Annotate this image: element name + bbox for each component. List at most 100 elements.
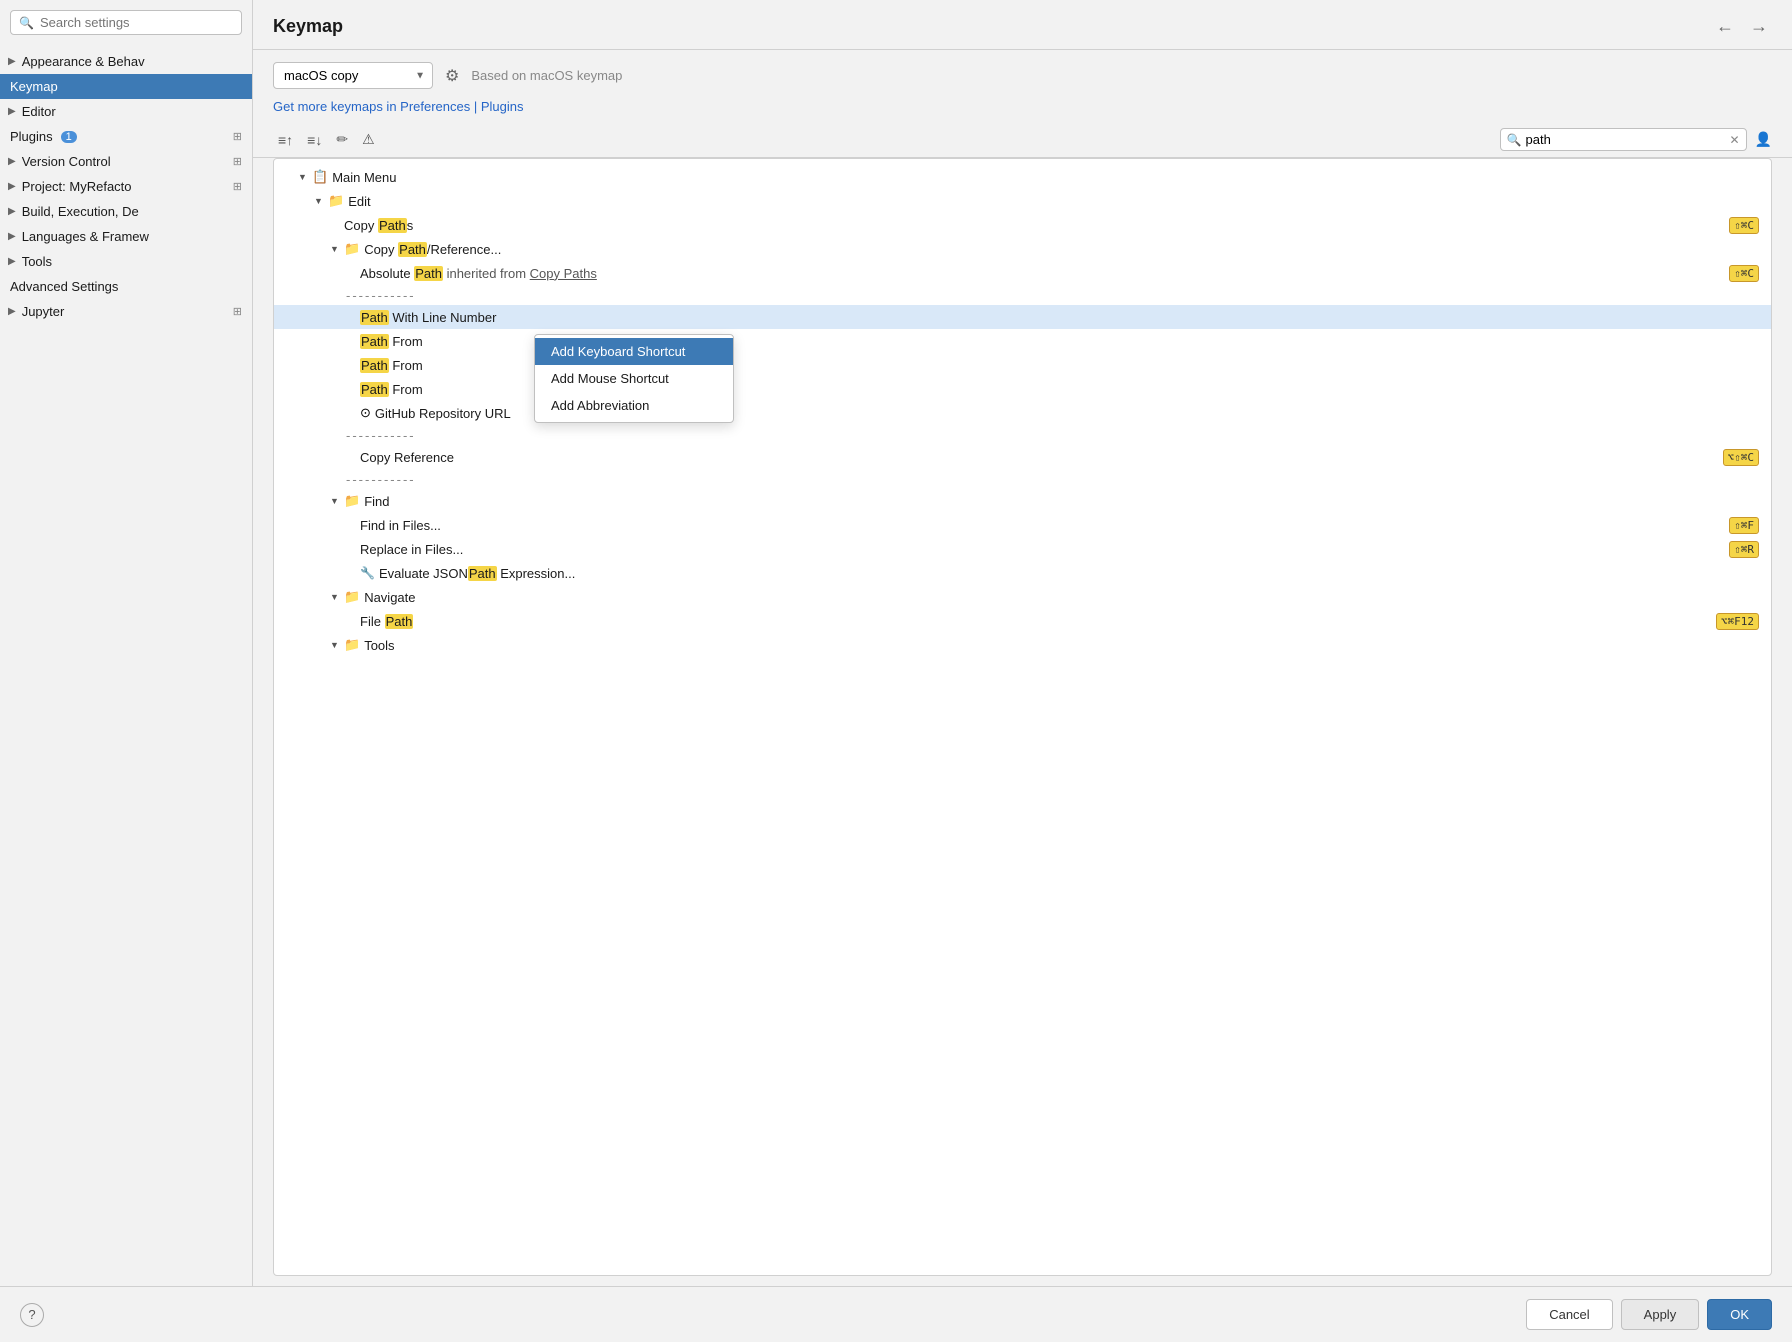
tree-row-navigate[interactable]: ▼ 📁 Navigate — [274, 585, 1771, 609]
collapse-all-button[interactable]: ≡↓ — [302, 129, 327, 151]
chevron-down-icon: ▼ — [330, 592, 340, 602]
tree-row-file-path[interactable]: File Path ⌥⌘F12 — [274, 609, 1771, 633]
context-menu: Add Keyboard Shortcut Add Mouse Shortcut… — [534, 334, 734, 423]
get-more-row: Get more keymaps in Preferences | Plugin… — [273, 99, 1772, 114]
external-icon: ⊞ — [233, 130, 242, 143]
sidebar-item-plugins[interactable]: Plugins 1 ⊞ — [0, 124, 252, 149]
tree-item-label: Path With Line Number — [360, 310, 496, 325]
external-icon: ⊞ — [233, 155, 242, 168]
tree-container[interactable]: ▼ 📋 Main Menu ▼ 📁 Edit Copy Paths ⇧⌘C — [273, 158, 1772, 1276]
highlight-path: Path — [414, 266, 443, 281]
sidebar-item-label: Editor — [22, 104, 56, 119]
plugins-badge: 1 — [61, 131, 77, 143]
folder-icon: 📋 — [312, 169, 328, 185]
tree-row-tools[interactable]: ▼ 📁 Tools — [274, 633, 1771, 657]
main-header: Keymap ← → — [253, 0, 1792, 50]
tree-row-path-from-1[interactable]: Path From — [274, 329, 1771, 353]
keymap-settings-button[interactable]: ⚙ — [443, 64, 461, 88]
keymap-dropdown[interactable]: macOS copy — [273, 62, 433, 89]
tree-row-edit[interactable]: ▼ 📁 Edit — [274, 189, 1771, 213]
chevron-down-icon: ▼ — [330, 244, 340, 254]
back-button[interactable]: ← — [1712, 14, 1738, 39]
sidebar-item-keymap[interactable]: Keymap — [0, 74, 252, 99]
tree-row-find-in-files[interactable]: Find in Files... ⇧⌘F — [274, 513, 1771, 537]
apply-button[interactable]: Apply — [1621, 1299, 1700, 1330]
shortcut-badge: ⌥⌘F12 — [1716, 613, 1759, 630]
context-menu-item-add-keyboard[interactable]: Add Keyboard Shortcut — [535, 338, 733, 365]
sidebar-item-appearance[interactable]: ▶ Appearance & Behav — [0, 49, 252, 74]
sidebar-item-project[interactable]: ▶ Project: MyRefacto ⊞ — [0, 174, 252, 199]
chevron-down-icon: ▼ — [298, 172, 308, 182]
tree-row-copy-paths[interactable]: Copy Paths ⇧⌘C — [274, 213, 1771, 237]
sidebar-item-label: Build, Execution, De — [22, 204, 139, 219]
tree-row-eval-jsonpath[interactable]: 🔧 Evaluate JSONPath Expression... — [274, 561, 1771, 585]
sidebar-search-box[interactable]: 🔍 — [10, 10, 242, 35]
tree-item-label: Absolute Path inherited from Copy Paths — [360, 266, 597, 281]
sidebar-item-label: Keymap — [10, 79, 58, 94]
tree-row-path-from-2[interactable]: Path From — [274, 353, 1771, 377]
keymap-search-input[interactable] — [1526, 132, 1726, 147]
sidebar-item-languages[interactable]: ▶ Languages & Framew — [0, 224, 252, 249]
sidebar-item-editor[interactable]: ▶ Editor — [0, 99, 252, 124]
tree-row-find[interactable]: ▼ 📁 Find — [274, 489, 1771, 513]
folder-icon: 📁 — [344, 637, 360, 653]
cancel-button[interactable]: Cancel — [1526, 1299, 1612, 1330]
main-panel: Keymap ← → macOS copy ▼ ⚙ Based on macOS… — [253, 0, 1792, 1286]
tree-item-label: Main Menu — [332, 170, 396, 185]
tree-row-absolute-path[interactable]: Absolute Path inherited from Copy Paths … — [274, 261, 1771, 285]
tree-separator: ----------- — [274, 469, 1771, 489]
sidebar-item-tools[interactable]: ▶ Tools — [0, 249, 252, 274]
search-person-button[interactable]: 👤 — [1755, 131, 1772, 148]
tree-row-github-url[interactable]: ⊙ GitHub Repository URL — [274, 401, 1771, 425]
shortcut-key: ⇧⌘C — [1729, 217, 1759, 234]
shortcut-key: ⇧⌘R — [1729, 541, 1759, 558]
tree-item-label: Find — [364, 494, 389, 509]
edit-button[interactable]: ✏ — [331, 128, 353, 151]
chevron-right-icon: ▶ — [8, 256, 16, 267]
sidebar-item-advanced[interactable]: Advanced Settings — [0, 274, 252, 299]
tree-row-copy-reference[interactable]: Copy Reference ⌥⇧⌘C — [274, 445, 1771, 469]
highlight-path: Path — [385, 614, 414, 629]
search-clear-button[interactable]: ✕ — [1730, 133, 1740, 147]
forward-button[interactable]: → — [1746, 14, 1772, 39]
sidebar: 🔍 ▶ Appearance & Behav Keymap ▶ Editor P… — [0, 0, 253, 1286]
sidebar-item-version-control[interactable]: ▶ Version Control ⊞ — [0, 149, 252, 174]
sidebar-item-label: Jupyter — [22, 304, 65, 319]
dialog-content: 🔍 ▶ Appearance & Behav Keymap ▶ Editor P… — [0, 0, 1792, 1286]
sidebar-item-label: Advanced Settings — [10, 279, 118, 294]
settings-dialog: 🔍 ▶ Appearance & Behav Keymap ▶ Editor P… — [0, 0, 1792, 1342]
keymap-row1: macOS copy ▼ ⚙ Based on macOS keymap — [273, 62, 1772, 89]
tree-item-label: File Path — [360, 614, 413, 629]
toolbar-row: ≡↑ ≡↓ ✏ ⚠ 🔍 ✕ 👤 — [253, 122, 1792, 158]
chevron-right-icon: ▶ — [8, 56, 16, 67]
chevron-right-icon: ▶ — [8, 106, 16, 117]
shortcut-badge: ⇧⌘C — [1729, 217, 1759, 234]
tree-item-label: Path From — [360, 358, 423, 373]
tree-row-replace-in-files[interactable]: Replace in Files... ⇧⌘R — [274, 537, 1771, 561]
tree-item-label: Tools — [364, 638, 394, 653]
help-button[interactable]: ? — [20, 1303, 44, 1327]
sidebar-item-build[interactable]: ▶ Build, Execution, De — [0, 199, 252, 224]
get-more-keymaps-link[interactable]: Get more keymaps in Preferences | Plugin… — [273, 99, 524, 114]
tree-row-copy-path-ref[interactable]: ▼ 📁 Copy Path/Reference... — [274, 237, 1771, 261]
page-title: Keymap — [273, 16, 343, 37]
sidebar-item-jupyter[interactable]: ▶ Jupyter ⊞ — [0, 299, 252, 324]
chevron-right-icon: ▶ — [8, 181, 16, 192]
expand-all-button[interactable]: ≡↑ — [273, 129, 298, 151]
chevron-down-icon: ▼ — [330, 640, 340, 650]
header-nav: ← → — [1712, 14, 1772, 39]
sidebar-item-label: Appearance & Behav — [22, 54, 145, 69]
context-menu-item-add-mouse[interactable]: Add Mouse Shortcut — [535, 365, 733, 392]
warning-button[interactable]: ⚠ — [357, 128, 380, 151]
tree-row-path-with-line[interactable]: Path With Line Number — [274, 305, 1771, 329]
tree-item-label: Navigate — [364, 590, 415, 605]
sidebar-search-input[interactable] — [40, 15, 233, 30]
tree-separator: ----------- — [274, 285, 1771, 305]
ok-button[interactable]: OK — [1707, 1299, 1772, 1330]
tree-row-main-menu[interactable]: ▼ 📋 Main Menu — [274, 165, 1771, 189]
tree-row-path-from-3[interactable]: Path From — [274, 377, 1771, 401]
highlight-path: Path — [360, 310, 389, 325]
chevron-right-icon: ▶ — [8, 231, 16, 242]
context-menu-item-add-abbreviation[interactable]: Add Abbreviation — [535, 392, 733, 419]
chevron-right-icon: ▶ — [8, 306, 16, 317]
